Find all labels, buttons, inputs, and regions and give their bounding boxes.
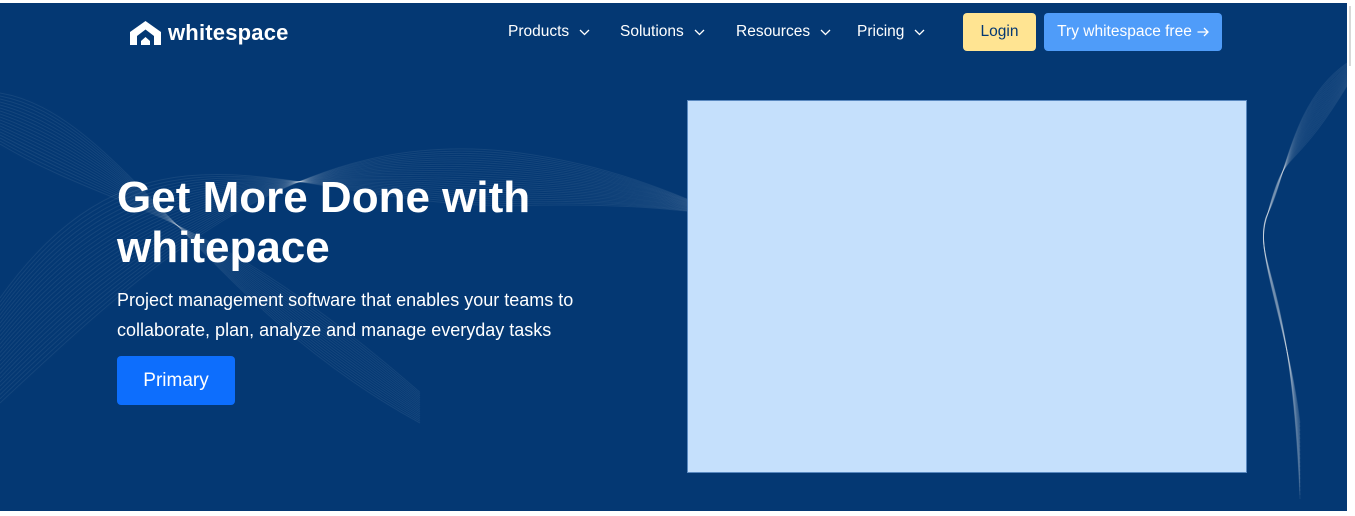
chevron-down-icon (694, 29, 705, 35)
brand-name: whitespace (168, 20, 289, 45)
hero-image-placeholder (687, 100, 1247, 473)
nav-item-label: Resources (736, 23, 811, 40)
nav-item-pricing[interactable]: Pricing (857, 23, 925, 41)
landing-page: whitespace Products Solutions Resources … (0, 3, 1347, 511)
arrow-right-icon (1197, 27, 1209, 37)
primary-button[interactable]: Primary (117, 356, 235, 405)
whitespace-logo-icon (130, 21, 161, 45)
hero-headline: Get More Done with whitepace (117, 173, 531, 272)
try-free-button-label: Try whitespace free (1057, 23, 1192, 40)
try-free-button[interactable]: Try whitespace free (1044, 13, 1222, 51)
login-button-label: Login (980, 23, 1019, 40)
brand-logo[interactable]: whitespace (130, 20, 289, 46)
nav-item-label: Products (508, 23, 570, 40)
nav-item-products[interactable]: Products (508, 23, 590, 41)
hero-subtext: Project management software that enables… (117, 290, 574, 340)
login-button[interactable]: Login (963, 13, 1036, 51)
primary-button-label: Primary (143, 369, 209, 391)
nav-item-solutions[interactable]: Solutions (620, 23, 705, 41)
nav-item-label: Solutions (620, 23, 684, 40)
nav-item-resources[interactable]: Resources (736, 23, 831, 41)
scrollbar-thumb[interactable] (1349, 6, 1351, 66)
scrollbar[interactable] (1347, 0, 1355, 516)
chevron-down-icon (820, 29, 831, 35)
chevron-down-icon (914, 29, 925, 35)
top-navigation: whitespace Products Solutions Resources … (0, 3, 1347, 63)
nav-item-label: Pricing (857, 23, 905, 40)
chevron-down-icon (579, 29, 590, 35)
